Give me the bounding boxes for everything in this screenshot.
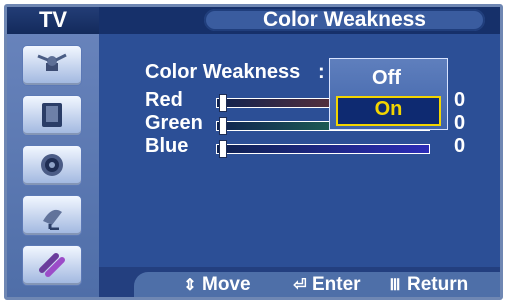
blue-slider-handle[interactable] — [219, 140, 227, 158]
disk-icon — [41, 154, 63, 176]
enter-label: Enter — [312, 274, 361, 295]
antenna-icon — [37, 53, 67, 71]
header-bar: Color Weakness — [99, 7, 500, 34]
tools-menu-button[interactable] — [22, 245, 82, 286]
label-colon: : — [318, 61, 325, 83]
return-hint: Ⅲ Return — [387, 274, 468, 297]
speaker-menu-button[interactable] — [22, 95, 82, 136]
off-option[interactable]: Off — [336, 65, 437, 91]
osd-frame: TV Color Weakness Color Weakness: Red 0… — [4, 4, 503, 300]
satellite-dish-icon — [43, 209, 62, 230]
return-label: Return — [407, 274, 469, 295]
menu-panel: Color Weakness : Red 0 Green 0 Blue 0 Of… — [99, 34, 500, 267]
red-slider-handle[interactable] — [219, 94, 227, 112]
enter-hint: ⏎ Enter — [292, 274, 361, 297]
red-value: 0 — [454, 89, 466, 111]
move-hint: ⇕ Move — [182, 274, 251, 297]
enter-icon: ⏎ — [293, 277, 307, 294]
blue-value: 0 — [454, 135, 466, 157]
sidebar: TV — [7, 7, 101, 297]
footer-tab: ⇕ Move ⏎ Enter Ⅲ Return — [134, 272, 500, 297]
green-slider-handle[interactable] — [219, 117, 227, 135]
blue-slider[interactable] — [216, 140, 430, 158]
satellite-menu-button[interactable] — [22, 195, 82, 236]
red-label: Red — [145, 89, 183, 111]
move-label: Move — [202, 274, 251, 295]
footer-bar: ⇕ Move ⏎ Enter Ⅲ Return — [99, 267, 500, 297]
color-weakness-label: Color Weakness — [145, 61, 301, 83]
up-down-arrow-icon: ⇕ — [183, 277, 197, 294]
tools-icon — [39, 253, 65, 277]
sidebar-title: TV — [7, 7, 99, 34]
speaker-icon — [42, 103, 62, 127]
green-value: 0 — [454, 112, 466, 134]
color-weakness-dropdown[interactable]: Off On — [329, 58, 448, 130]
page-title: Color Weakness — [204, 9, 485, 31]
on-option[interactable]: On — [336, 96, 441, 126]
disk-menu-button[interactable] — [22, 145, 82, 186]
blue-label: Blue — [145, 135, 189, 157]
green-label: Green — [145, 112, 203, 134]
antenna-menu-button[interactable] — [22, 45, 82, 86]
tv-osd-screen: TV Color Weakness Color Weakness: Red 0… — [0, 0, 507, 301]
return-icon: Ⅲ — [389, 277, 401, 294]
